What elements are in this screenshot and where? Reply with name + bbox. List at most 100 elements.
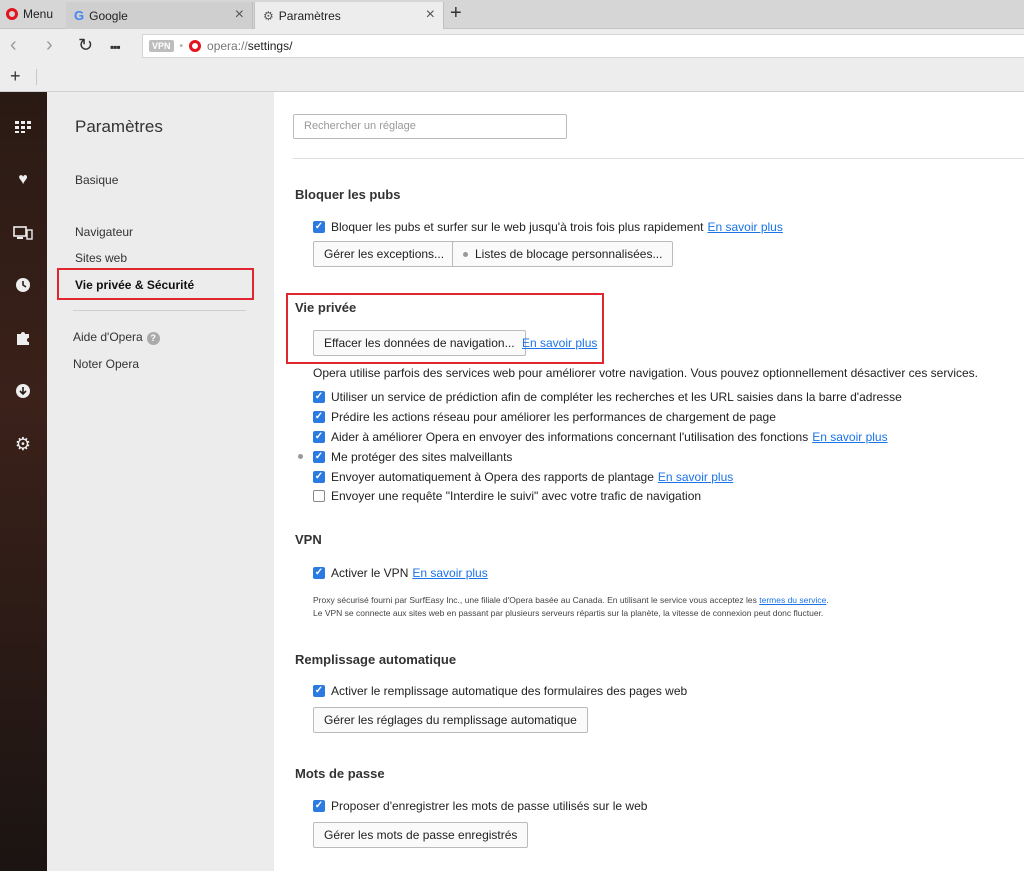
privacy-description: Opera utilise parfois des services web p… <box>313 366 979 380</box>
google-icon: G <box>74 8 85 23</box>
url-path: settings/ <box>247 39 293 53</box>
checkbox-checked-icon[interactable]: ✓ <box>313 411 325 423</box>
section-title-adblock: Bloquer les pubs <box>295 187 401 202</box>
menu-button[interactable]: Menu <box>0 0 63 28</box>
search-input[interactable]: Rechercher un réglage <box>293 114 567 139</box>
checkbox-unchecked-icon[interactable] <box>313 490 325 502</box>
privacy-option[interactable]: Envoyer une requête "Interdire le suivi"… <box>313 489 701 503</box>
nav-separator <box>73 310 246 311</box>
opera-url-icon <box>189 40 202 52</box>
checkbox-checked-icon[interactable]: ✓ <box>313 451 325 463</box>
learn-more-link[interactable]: En savoir plus <box>522 336 597 350</box>
address-toolbar: ‹ › ↻ ▪▪▪ VPN • opera://settings/ <box>0 29 1024 62</box>
manage-autofill-button[interactable]: Gérer les réglages du remplissage automa… <box>313 707 588 733</box>
history-clock-icon[interactable] <box>12 274 34 296</box>
vpn-note-1: Proxy sécurisé fourni par SurfEasy Inc.,… <box>313 594 829 607</box>
nav-item-rate[interactable]: Noter Opera <box>73 357 139 371</box>
section-title-passwords: Mots de passe <box>295 766 385 781</box>
nav-help-label: Aide d'Opera <box>73 330 143 344</box>
question-mark-icon: ? <box>146 332 160 345</box>
settings-nav: Paramètres Basique Navigateur Sites web … <box>47 92 274 871</box>
privacy-option-label: Envoyer automatiquement à Opera des rapp… <box>331 470 654 484</box>
tab-google[interactable]: G Google × <box>66 2 253 29</box>
highlight-box-nav <box>57 268 254 300</box>
reload-icon[interactable]: ↻ <box>78 35 93 55</box>
adblock-option-label: Bloquer les pubs et surfer sur le web ju… <box>331 220 704 234</box>
speed-dial-icon[interactable] <box>12 116 34 138</box>
vpn-note-2: Le VPN se connecte aux sites web en pass… <box>313 608 824 618</box>
passwords-option-label: Proposer d'enregistrer les mots de passe… <box>331 799 648 813</box>
section-title-autofill: Remplissage automatique <box>295 652 457 667</box>
new-tab-plus-icon[interactable]: + <box>450 3 462 23</box>
list-dot-icon <box>463 251 468 257</box>
tab-strip: Menu G Google × ⚙ Paramètres × + <box>0 0 1024 29</box>
section-title-vpn: VPN <box>295 532 322 547</box>
learn-more-link[interactable]: En savoir plus <box>707 220 782 234</box>
tab-settings[interactable]: ⚙ Paramètres × <box>254 2 444 29</box>
privacy-option-label: Prédire les actions réseau pour améliore… <box>331 410 776 424</box>
clear-browsing-data-button[interactable]: Effacer les données de navigation... <box>313 330 526 356</box>
learn-more-link[interactable]: En savoir plus <box>658 470 733 484</box>
url-text[interactable]: opera://settings/ <box>207 39 292 53</box>
nav-item-basic[interactable]: Basique <box>75 173 118 187</box>
privacy-option-label: Utiliser un service de prédiction afin d… <box>331 390 902 404</box>
adblock-option[interactable]: ✓ Bloquer les pubs et surfer sur le web … <box>313 220 783 234</box>
tab-settings-label: Paramètres <box>278 8 341 23</box>
checkbox-checked-icon[interactable]: ✓ <box>313 221 325 233</box>
learn-more-link[interactable]: En savoir plus <box>812 430 887 444</box>
section-title-privacy: Vie privée <box>295 300 357 315</box>
checkbox-checked-icon[interactable]: ✓ <box>313 800 325 812</box>
opera-logo-icon <box>6 8 18 20</box>
speed-dial-grid-icon[interactable]: ▪▪▪ <box>110 37 121 57</box>
privacy-option[interactable]: ✓ Prédire les actions réseau pour amélio… <box>313 410 776 424</box>
manage-exceptions-button[interactable]: Gérer les exceptions... <box>313 241 456 267</box>
custom-block-lists-button[interactable]: Listes de blocage personnalisées... <box>452 241 674 267</box>
checkbox-checked-icon[interactable]: ✓ <box>313 431 325 443</box>
nav-item-browser[interactable]: Navigateur <box>75 225 133 239</box>
checkbox-checked-icon[interactable]: ✓ <box>313 471 325 483</box>
address-bar[interactable]: VPN • opera://settings/ <box>142 34 1024 58</box>
checkbox-checked-icon[interactable]: ✓ <box>313 567 325 579</box>
menu-label: Menu <box>23 7 54 21</box>
terms-of-service-link[interactable]: termes du service <box>759 595 826 605</box>
separator-dot-icon: • <box>179 40 184 52</box>
settings-gear-icon[interactable]: ⚙ <box>12 433 34 455</box>
url-scheme: opera:// <box>207 39 248 53</box>
close-icon[interactable]: × <box>426 7 435 23</box>
privacy-option-label: Me protéger des sites malveillants <box>331 450 513 464</box>
close-icon[interactable]: × <box>235 7 244 23</box>
tab-google-label: Google <box>89 8 128 23</box>
passwords-option[interactable]: ✓ Proposer d'enregistrer les mots de pas… <box>313 799 647 813</box>
devices-icon[interactable] <box>12 222 34 244</box>
header-divider <box>293 158 1024 159</box>
nav-item-websites[interactable]: Sites web <box>75 251 127 265</box>
vpn-option-label: Activer le VPN <box>331 566 409 580</box>
gear-icon: ⚙ <box>263 8 274 23</box>
manage-passwords-button[interactable]: Gérer les mots de passe enregistrés <box>313 822 529 848</box>
downloads-icon[interactable] <box>12 380 34 402</box>
vpn-note-1-end: . <box>826 595 829 605</box>
privacy-option[interactable]: ✓ Utiliser un service de prédiction afin… <box>313 390 902 404</box>
privacy-option[interactable]: ✓ Envoyer automatiquement à Opera des ra… <box>313 470 733 484</box>
privacy-option-label: Aider à améliorer Opera en envoyer des i… <box>331 430 809 444</box>
privacy-option[interactable]: ✓ Me protéger des sites malveillants <box>313 450 512 464</box>
setting-indicator-dot <box>298 454 303 459</box>
nav-item-help[interactable]: Aide d'Opera? <box>73 330 160 345</box>
autofill-option[interactable]: ✓ Activer le remplissage automatique des… <box>313 684 687 698</box>
heart-icon[interactable]: ♥ <box>12 169 34 191</box>
forward-icon[interactable]: › <box>46 35 53 55</box>
back-icon[interactable]: ‹ <box>10 35 17 55</box>
privacy-option[interactable]: ✓ Aider à améliorer Opera en envoyer des… <box>313 430 888 444</box>
add-bookmark-plus-icon[interactable]: + <box>10 67 21 85</box>
settings-nav-title: Paramètres <box>75 117 163 136</box>
vpn-option[interactable]: ✓ Activer le VPN En savoir plus <box>313 566 488 580</box>
learn-more-link[interactable]: En savoir plus <box>412 566 487 580</box>
checkbox-checked-icon[interactable]: ✓ <box>313 685 325 697</box>
vpn-note-1-text: Proxy sécurisé fourni par SurfEasy Inc.,… <box>313 595 757 605</box>
extensions-puzzle-icon[interactable] <box>12 327 34 349</box>
sidebar: ♥ ⚙ <box>0 92 47 871</box>
vpn-badge[interactable]: VPN <box>149 40 174 52</box>
custom-block-lists-label: Listes de blocage personnalisées... <box>475 247 663 261</box>
settings-content: Rechercher un réglage Bloquer les pubs ✓… <box>274 92 1024 871</box>
checkbox-checked-icon[interactable]: ✓ <box>313 391 325 403</box>
